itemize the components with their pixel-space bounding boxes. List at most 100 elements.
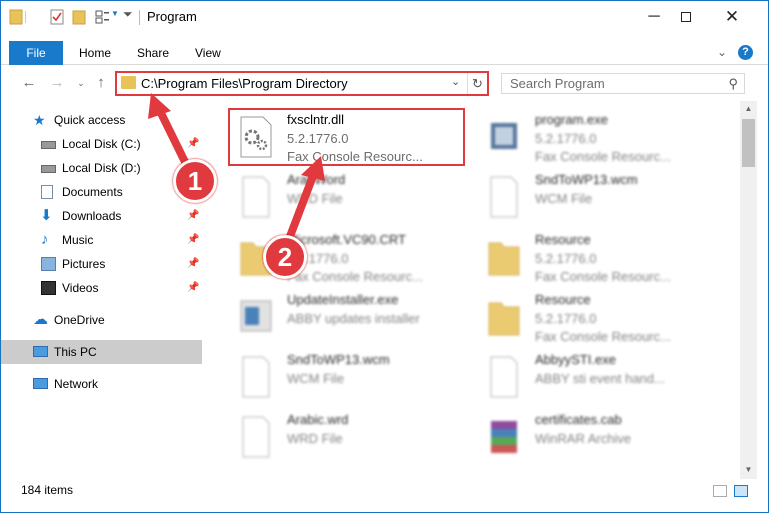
file-item-program-exe[interactable]: program.exe 5.2.1776.0 Fax Console Resou… (479, 107, 719, 165)
forward-arrow-icon[interactable]: → (47, 73, 67, 93)
file-name: ArabWord (287, 172, 346, 187)
tab-file[interactable]: File (9, 41, 63, 65)
nav-item-label: Quick access (54, 113, 126, 127)
folder-icon (488, 242, 520, 276)
nav-item-local-disk-d[interactable]: Local Disk (D:) (1, 156, 202, 180)
help-icon[interactable]: ? (738, 45, 753, 60)
scroll-up-icon[interactable]: ▲ (740, 104, 757, 113)
file-description: Fax Console Resourc... (535, 149, 671, 164)
nav-item-label: Downloads (62, 209, 122, 223)
file-item-updateinstaller[interactable]: UpdateInstaller.exe ABBY updates install… (231, 287, 471, 345)
pin-icon[interactable]: 📌 (187, 228, 199, 252)
up-arrow-icon[interactable]: ↑ (91, 73, 111, 93)
file-item-resource-a[interactable]: Resource 5.2.1776.0 Fax Console Resourc.… (479, 227, 719, 285)
expand-ribbon-icon[interactable]: ⌄ (717, 45, 727, 59)
title-divider (139, 10, 140, 25)
file-name: Arabic.wrd (287, 412, 349, 427)
file-description: Fax Console Resourc... (535, 329, 671, 344)
blank-file-icon (490, 356, 518, 398)
nav-item-pictures[interactable]: Pictures 📌 (1, 252, 202, 276)
file-type: WRD File (287, 431, 343, 446)
address-path[interactable]: C:\Program Files\Program Directory (141, 76, 348, 91)
chevron-down-icon[interactable]: ▼ (111, 9, 119, 18)
nav-item-label: Music (62, 233, 94, 247)
this-pc-icon (33, 346, 48, 357)
nav-item-music[interactable]: ♪ Music 📌 (1, 228, 202, 252)
nav-item-onedrive[interactable]: ☁ OneDrive (1, 308, 202, 332)
file-description: ABBY updates installer (287, 311, 420, 326)
nav-item-documents[interactable]: Documents 📌 (1, 180, 202, 204)
drive-icon (41, 141, 56, 149)
details-view-icon[interactable] (713, 485, 727, 497)
tab-view[interactable]: View (183, 41, 233, 65)
pin-icon[interactable]: 📌 (187, 252, 199, 276)
music-icon: ♪ (41, 231, 49, 248)
quick-access-dropdown-icon[interactable]: ⏷ (123, 7, 133, 22)
file-name: UpdateInstaller.exe (287, 292, 399, 307)
nav-item-videos[interactable]: Videos 📌 (1, 276, 202, 300)
drive-icon (41, 165, 56, 173)
pin-icon[interactable]: 📌 (187, 204, 199, 228)
file-item-sndtowp13-b[interactable]: SndToWP13.wcm WCM File (231, 347, 471, 405)
recent-locations-icon[interactable]: ⌄ (71, 73, 91, 93)
nav-item-network[interactable]: Network (1, 372, 202, 396)
documents-icon (41, 185, 53, 199)
file-item-certificates-cab[interactable]: certificates.cab WinRAR Archive (479, 407, 719, 465)
file-description: Fax Console Resourc... (287, 269, 423, 284)
pin-icon[interactable]: 📌 (187, 276, 199, 300)
nav-item-quick-access[interactable]: ★ Quick access (1, 108, 202, 132)
title-bar: ▼ ⏷ Program ─ ✕ (1, 1, 768, 33)
file-item-arabword[interactable]: ArabWord WRD File (231, 167, 471, 225)
tab-home[interactable]: Home (67, 41, 123, 65)
star-icon: ★ (33, 112, 46, 128)
search-icon[interactable]: ⚲ (728, 76, 738, 92)
scroll-down-icon[interactable]: ▼ (740, 465, 757, 474)
close-button[interactable]: ✕ (709, 1, 755, 33)
file-item-sndtowp13-a[interactable]: SndToWP13.wcm WCM File (479, 167, 719, 225)
scroll-thumb[interactable] (742, 119, 755, 167)
address-dropdown-icon[interactable]: ⌄ (451, 75, 460, 88)
folder-icon (488, 302, 520, 336)
large-icons-view-icon[interactable] (734, 485, 748, 497)
maximize-button[interactable] (663, 1, 709, 33)
status-bar: 184 items (1, 479, 768, 501)
new-folder-icon[interactable] (71, 9, 87, 25)
file-name: Microsoft.VC90.CRT (287, 232, 406, 247)
address-bar[interactable]: C:\Program Files\Program Directory ⌄ ↻ (115, 71, 489, 96)
vertical-scrollbar[interactable]: ▲ ▼ (740, 101, 757, 479)
customize-toolbar-icon[interactable] (95, 9, 111, 25)
refresh-icon[interactable]: ↻ (467, 73, 487, 94)
search-input[interactable]: Search Program (510, 76, 605, 91)
file-version: 5.2.1776.0 (535, 311, 597, 326)
file-name: Resource (535, 232, 591, 247)
divider-icon (25, 11, 26, 23)
nav-item-label: Videos (62, 281, 99, 295)
nav-item-this-pc[interactable]: This PC (1, 340, 202, 364)
maximize-icon (681, 12, 691, 22)
file-version: 5.2.1776.0 (535, 131, 597, 146)
downloads-icon: ⬇ (40, 207, 53, 224)
properties-icon[interactable] (49, 9, 65, 25)
file-description: Fax Console Resourc... (535, 269, 671, 284)
file-version: 5.2.1776.0 (535, 251, 597, 266)
file-item-resource-b[interactable]: Resource 5.2.1776.0 Fax Console Resourc.… (479, 287, 719, 345)
file-explorer-window: ▼ ⏷ Program ─ ✕ File Home Share View ⌄ ?… (0, 0, 769, 513)
nav-item-label: Documents (62, 185, 123, 199)
nav-item-local-disk-c[interactable]: Local Disk (C:) 📌 (1, 132, 202, 156)
back-arrow-icon[interactable]: ← (19, 73, 39, 93)
nav-item-downloads[interactable]: ⬇ Downloads 📌 (1, 204, 202, 228)
search-box[interactable]: Search Program ⚲ (501, 73, 745, 94)
file-name: SndToWP13.wcm (535, 172, 638, 187)
onedrive-icon: ☁ (33, 311, 48, 328)
tab-share[interactable]: Share (125, 41, 181, 65)
nav-item-label: Local Disk (C:) (62, 137, 141, 151)
pin-icon[interactable]: 📌 (187, 132, 199, 156)
file-description: ABBY sti event hand... (535, 371, 665, 386)
blank-file-icon (242, 356, 270, 398)
file-item-abbyysti[interactable]: AbbyySTI.exe ABBY sti event hand... (479, 347, 719, 405)
file-type: WRD File (287, 191, 343, 206)
close-icon: ✕ (724, 7, 740, 26)
file-item-arabic-wrd[interactable]: Arabic.wrd WRD File (231, 407, 471, 465)
step-badge-2: 2 (263, 235, 307, 279)
winrar-icon (491, 421, 517, 453)
